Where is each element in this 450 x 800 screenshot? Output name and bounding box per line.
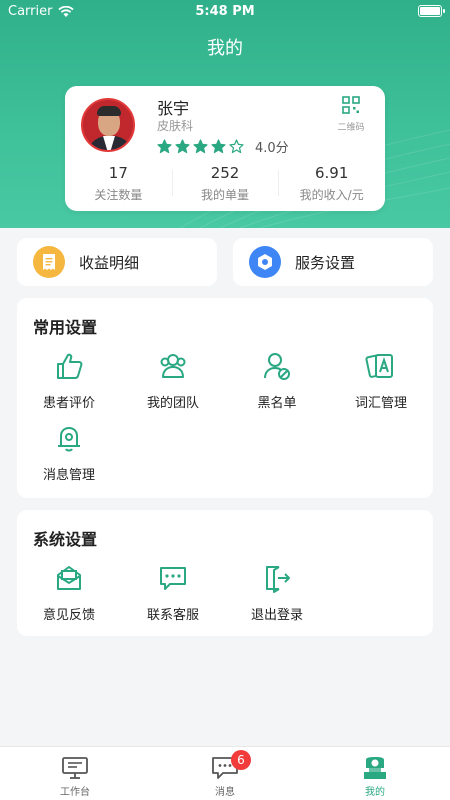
stat-value: 17	[108, 164, 128, 182]
grid-label: 黑名单	[257, 396, 297, 411]
page-title: 我的	[207, 38, 243, 59]
profile-stats: 17 关注数量 252 我的单量 6.91 我的收入/元	[65, 164, 385, 203]
service-settings-label: 服务设置	[295, 253, 356, 272]
earnings-detail-label: 收益明细	[79, 253, 140, 272]
service-settings-button[interactable]: 服务设置	[233, 238, 433, 286]
grid-label: 退出登录	[250, 608, 303, 623]
vocabulary-management-item[interactable]: 词汇管理	[329, 350, 433, 411]
qr-code-label: 二维码	[337, 123, 365, 133]
logout-icon	[266, 566, 290, 593]
stat-label: 我的单量	[201, 188, 250, 202]
section-title: 系统设置	[33, 530, 98, 549]
clock: 5:48 PM	[195, 4, 255, 19]
tab-label: 工作台	[60, 787, 90, 798]
doctor-department: 皮肤科	[157, 119, 194, 133]
hexagon-settings-icon	[249, 246, 281, 278]
message-management-item[interactable]: 消息管理	[17, 422, 121, 483]
stat-orders[interactable]: 252 我的单量	[171, 164, 279, 203]
blacklist-item[interactable]: 黑名单	[225, 350, 329, 411]
grid-label: 我的团队	[146, 396, 199, 411]
my-team-item[interactable]: 我的团队	[121, 350, 225, 411]
profile-icon	[364, 757, 386, 779]
stat-value: 252	[210, 164, 240, 182]
stat-label: 关注数量	[94, 188, 143, 202]
tab-label: 消息	[215, 787, 235, 798]
star-filled-icon	[157, 139, 172, 154]
star-empty-icon	[229, 139, 244, 154]
monitor-icon	[62, 757, 88, 779]
grid-label: 意见反馈	[42, 608, 95, 623]
profile-card[interactable]: 张宇 皮肤科 4.0分 二维码 17 关注数量 252 我的单量 6.91 我的…	[65, 86, 385, 211]
star-filled-icon	[211, 139, 226, 154]
section-title: 常用设置	[33, 318, 98, 337]
doctor-name: 张宇	[157, 99, 190, 118]
tab-bar: 工作台 消息 我的	[0, 746, 450, 800]
grid-label: 词汇管理	[354, 396, 407, 411]
stat-followers[interactable]: 17 关注数量	[65, 164, 172, 203]
status-bar: Carrier 5:48 PM	[0, 0, 450, 24]
tab-label: 我的	[365, 787, 385, 798]
receipt-icon	[33, 246, 65, 278]
rating-stars: 4.0分	[157, 137, 289, 156]
stat-label: 我的收入/元	[299, 188, 364, 202]
avatar[interactable]	[81, 98, 135, 152]
grid-label: 消息管理	[42, 468, 95, 483]
star-filled-icon	[193, 139, 208, 154]
team-icon	[160, 354, 186, 378]
rating-score: 4.0分	[255, 141, 289, 156]
feedback-item[interactable]: 意见反馈	[17, 562, 121, 623]
vocabulary-cards-icon	[365, 354, 393, 378]
star-filled-icon	[175, 139, 190, 154]
logout-item[interactable]: 退出登录	[225, 562, 329, 623]
qr-code-icon	[342, 96, 360, 114]
message-badge: 6	[231, 750, 251, 770]
battery-icon	[418, 5, 445, 17]
qr-code-button[interactable]: 二维码	[331, 96, 371, 133]
grid-label: 联系客服	[146, 608, 199, 623]
stat-value: 6.91	[314, 164, 349, 182]
grid-label: 患者评价	[42, 396, 95, 411]
stat-income[interactable]: 6.91 我的收入/元	[278, 164, 385, 203]
chat-support-icon	[160, 567, 186, 590]
contact-support-item[interactable]: 联系客服	[121, 562, 225, 623]
tab-mine[interactable]: 我的	[300, 747, 450, 800]
patient-reviews-item[interactable]: 患者评价	[17, 350, 121, 411]
tab-workbench[interactable]: 工作台	[0, 747, 150, 800]
earnings-detail-button[interactable]: 收益明细	[17, 238, 217, 286]
bell-gear-icon	[58, 427, 80, 452]
blocked-user-icon	[264, 353, 290, 380]
feedback-envelope-icon	[57, 566, 81, 590]
tab-messages[interactable]: 消息	[150, 747, 300, 800]
thumbs-up-icon	[57, 353, 83, 379]
system-settings-section: 系统设置 意见反馈 联系客服 退出登录	[17, 510, 433, 636]
common-settings-section: 常用设置 患者评价 我的团队 黑名单 词汇管理 消息管理	[17, 298, 433, 498]
